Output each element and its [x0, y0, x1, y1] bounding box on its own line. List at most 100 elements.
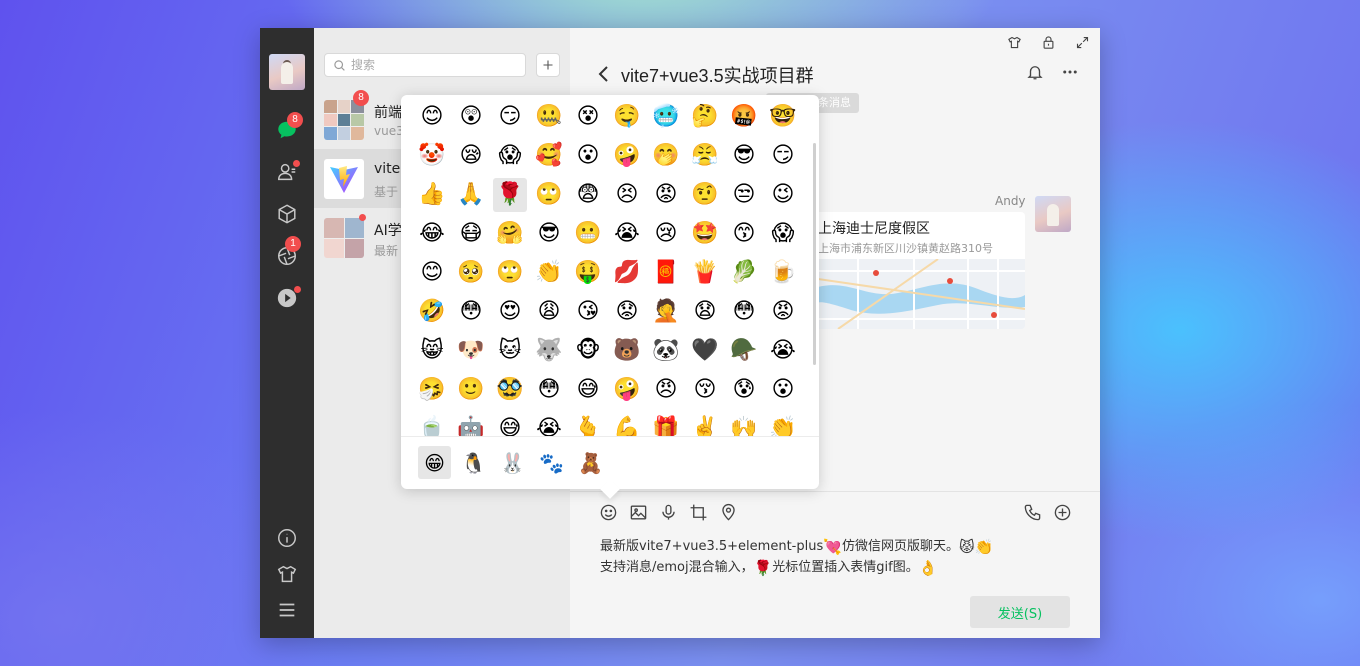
nav-moments[interactable]: 1 — [275, 244, 299, 268]
emoji-item[interactable]: 😉 — [766, 178, 800, 212]
emoji-item[interactable]: 🤪 — [610, 139, 644, 173]
emoji-item[interactable]: 😭 — [532, 412, 566, 436]
emoji-item[interactable]: 😷 — [454, 217, 488, 251]
emoji-item[interactable]: 🤦 — [649, 295, 683, 329]
emoji-item[interactable]: 🤬 — [727, 100, 761, 134]
emoji-item[interactable]: 🤭 — [649, 139, 683, 173]
skin-button[interactable] — [1004, 32, 1024, 52]
add-button[interactable] — [536, 53, 560, 77]
image-button[interactable] — [628, 502, 648, 522]
emoji-item[interactable]: 😨 — [571, 178, 605, 212]
emoji-item[interactable]: 😊 — [415, 256, 449, 290]
emoji-tab[interactable]: 🐧 — [457, 446, 490, 479]
emoji-item[interactable]: 🐺 — [532, 334, 566, 368]
emoji-item[interactable]: 😮 — [571, 139, 605, 173]
emoji-item[interactable]: 🤪 — [610, 373, 644, 407]
emoji-item[interactable]: 🤔 — [688, 100, 722, 134]
emoji-item[interactable]: 😧 — [688, 295, 722, 329]
emoji-item[interactable]: 🤐 — [532, 100, 566, 134]
emoji-item[interactable]: 🤧 — [415, 373, 449, 407]
emoji-item[interactable]: 🍺 — [766, 256, 800, 290]
emoji-item[interactable]: 🤣 — [415, 295, 449, 329]
lock-button[interactable] — [1038, 32, 1058, 52]
notify-button[interactable] — [1026, 63, 1044, 85]
emoji-item[interactable]: 😳 — [454, 295, 488, 329]
emoji-item[interactable]: 🥸 — [493, 373, 527, 407]
emoji-item[interactable]: 😱 — [766, 217, 800, 251]
emoji-item[interactable]: 🤖 — [454, 412, 488, 436]
emoji-item[interactable]: 😠 — [649, 373, 683, 407]
nav-skin[interactable] — [275, 562, 299, 586]
emoji-item[interactable]: 🤓 — [766, 100, 800, 134]
emoji-item[interactable]: 🙄 — [493, 256, 527, 290]
emoji-item[interactable]: 🙏 — [454, 178, 488, 212]
emoji-item[interactable]: 😅 — [493, 412, 527, 436]
emoji-item[interactable]: 🍟 — [688, 256, 722, 290]
emoji-item[interactable]: 🤑 — [571, 256, 605, 290]
call-button[interactable] — [1022, 502, 1042, 522]
emoji-item[interactable]: 🥬 — [727, 256, 761, 290]
emoji-item[interactable]: 🐻 — [610, 334, 644, 368]
nav-video[interactable] — [275, 286, 299, 310]
emoji-item[interactable]: 👏 — [532, 256, 566, 290]
emoji-item[interactable]: 😭 — [766, 334, 800, 368]
emoji-item[interactable]: 😂 — [415, 217, 449, 251]
emoji-item[interactable]: 😏 — [493, 100, 527, 134]
emoji-item[interactable]: 👍 — [415, 178, 449, 212]
emoji-item[interactable]: 🥺 — [454, 256, 488, 290]
emoji-item[interactable]: 😘 — [571, 295, 605, 329]
back-button[interactable] — [596, 64, 612, 88]
emoji-item[interactable]: 🍵 — [415, 412, 449, 436]
emoji-item[interactable]: 👏 — [766, 412, 800, 436]
emoji-item[interactable]: 🙄 — [532, 178, 566, 212]
location-button[interactable] — [718, 502, 738, 522]
emoji-item[interactable]: 😳 — [532, 373, 566, 407]
emoji-item[interactable]: 😪 — [454, 139, 488, 173]
emoji-item[interactable]: 😟 — [610, 295, 644, 329]
emoji-item[interactable]: 😰 — [727, 373, 761, 407]
emoji-item[interactable]: 😩 — [532, 295, 566, 329]
more-button[interactable] — [1060, 63, 1080, 85]
emoji-scrollbar[interactable] — [813, 143, 816, 365]
emoji-item[interactable]: 😎 — [532, 217, 566, 251]
emoji-item[interactable]: 🎁 — [649, 412, 683, 436]
emoji-item[interactable]: 🤨 — [688, 178, 722, 212]
emoji-tab[interactable]: 😁 — [418, 446, 451, 479]
emoji-item[interactable]: 😡 — [649, 178, 683, 212]
emoji-item[interactable]: 🌹 — [493, 178, 527, 212]
my-avatar[interactable] — [269, 54, 305, 90]
emoji-item[interactable]: 😱 — [493, 139, 527, 173]
emoji-item[interactable]: 🤤 — [610, 100, 644, 134]
emoji-item[interactable]: 😭 — [610, 217, 644, 251]
emoji-item[interactable]: 🤡 — [415, 139, 449, 173]
emoji-item[interactable]: 🙂 — [454, 373, 488, 407]
emoji-item[interactable]: 🐼 — [649, 334, 683, 368]
emoji-item[interactable]: 💪 — [610, 412, 644, 436]
emoji-item[interactable]: 🪖 — [727, 334, 761, 368]
emoji-item[interactable]: 🥰 — [532, 139, 566, 173]
crop-button[interactable] — [688, 502, 708, 522]
location-card[interactable]: 上海迪士尼度假区 上海市浦东新区川沙镇黄赵路310号 — [784, 212, 1025, 329]
emoji-item[interactable]: 😍 — [493, 295, 527, 329]
emoji-item[interactable]: 🧧 — [649, 256, 683, 290]
emoji-item[interactable]: 😊 — [415, 100, 449, 134]
emoji-item[interactable]: ✌️ — [688, 412, 722, 436]
emoji-item[interactable]: 😏 — [766, 139, 800, 173]
emoji-item[interactable]: 🤩 — [688, 217, 722, 251]
maximize-button[interactable] — [1072, 32, 1092, 52]
nav-menu[interactable] — [275, 598, 299, 622]
emoji-item[interactable]: 🙌 — [727, 412, 761, 436]
emoji-tab[interactable]: 🐾 — [535, 446, 568, 479]
emoji-tab[interactable]: 🐰 — [496, 446, 529, 479]
emoji-item[interactable]: 😡 — [766, 295, 800, 329]
emoji-item[interactable]: 😲 — [454, 100, 488, 134]
emoji-item[interactable]: 💋 — [610, 256, 644, 290]
emoji-item[interactable]: 🐱 — [493, 334, 527, 368]
emoji-item[interactable]: 🖤 — [688, 334, 722, 368]
nav-chat[interactable]: 8 — [275, 118, 299, 142]
emoji-item[interactable]: 😬 — [571, 217, 605, 251]
emoji-button[interactable] — [598, 502, 618, 522]
emoji-item[interactable]: 😅 — [571, 373, 605, 407]
sender-avatar[interactable] — [1035, 196, 1071, 232]
emoji-item[interactable]: 😤 — [688, 139, 722, 173]
